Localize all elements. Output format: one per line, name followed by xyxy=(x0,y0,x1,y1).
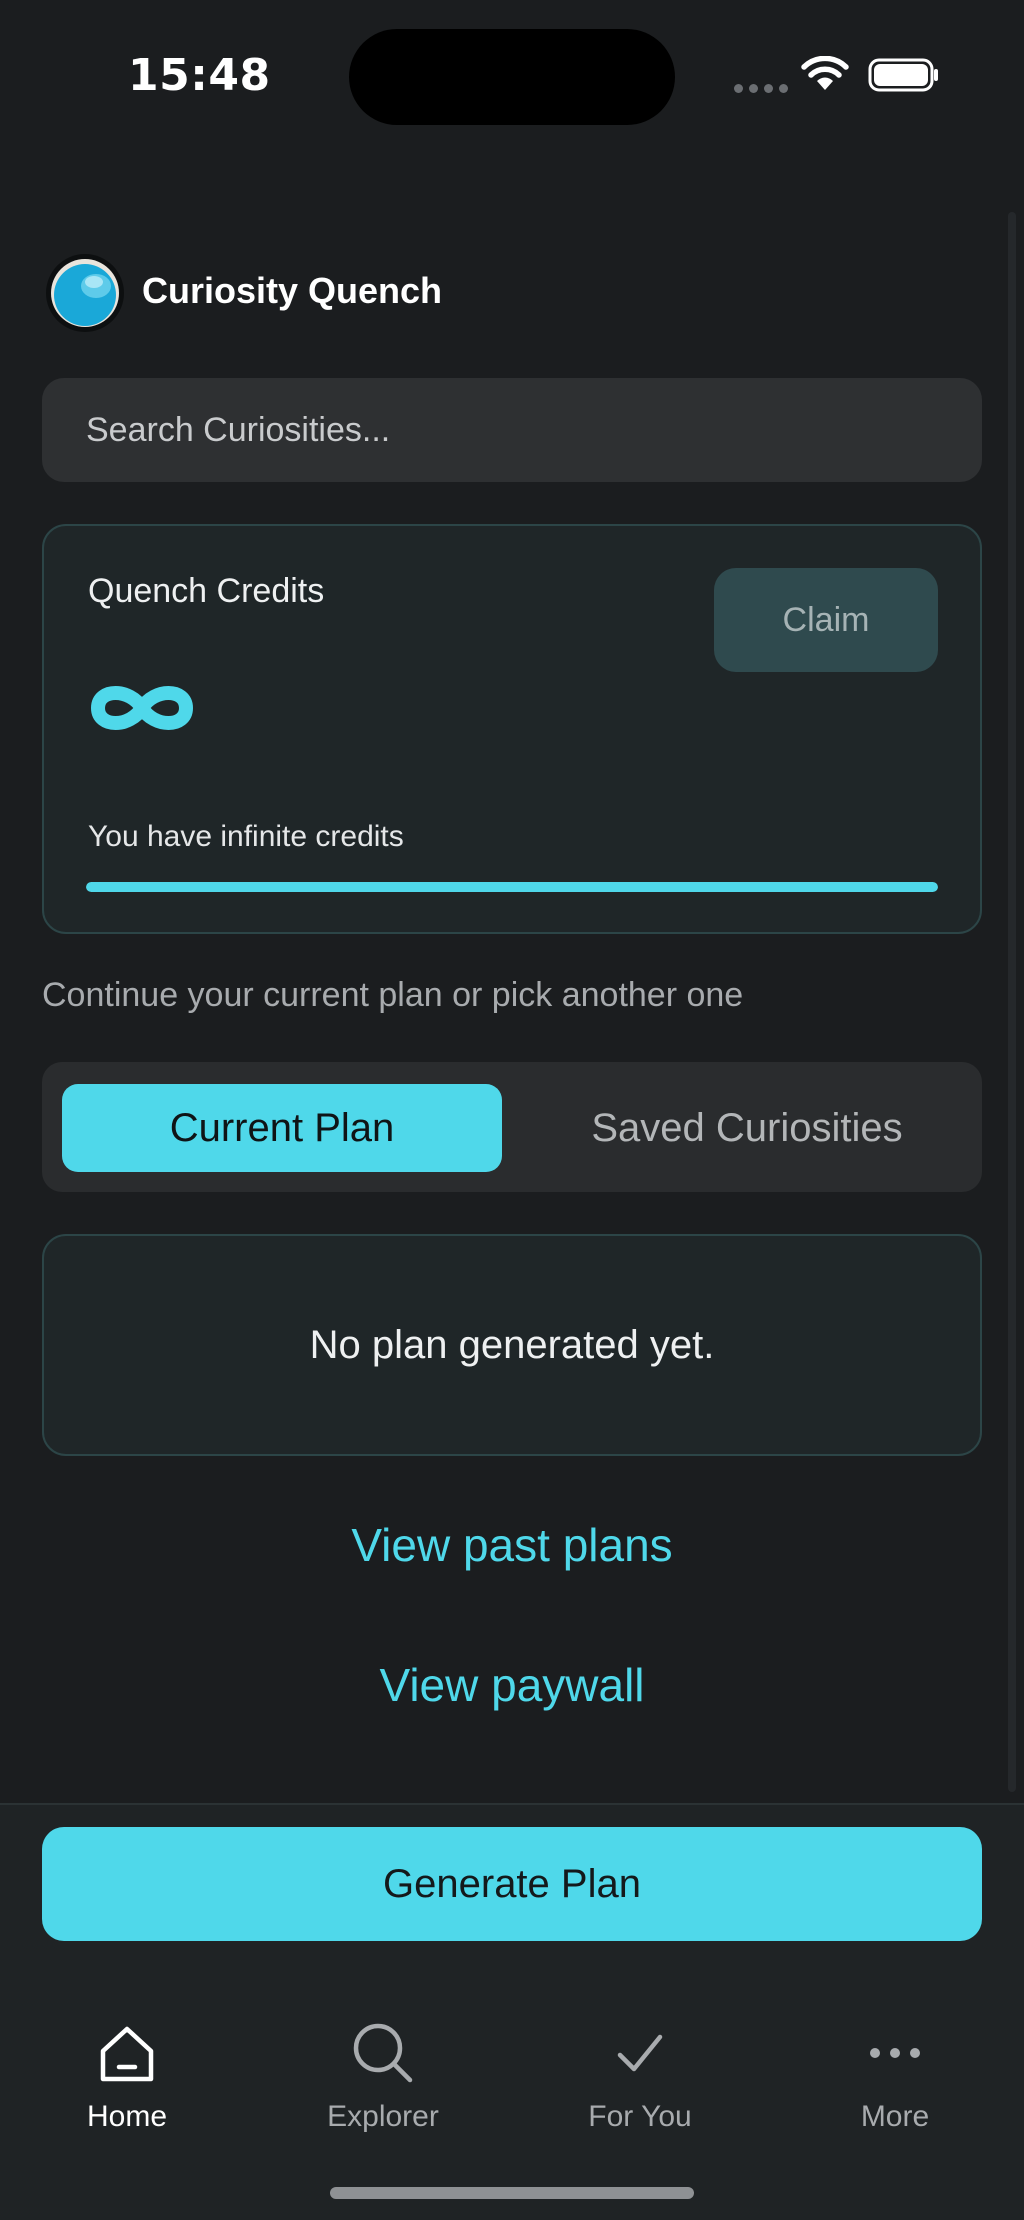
claim-button[interactable]: Claim xyxy=(714,568,938,672)
tab-current-plan[interactable]: Current Plan xyxy=(62,1084,502,1172)
nav-label-more: More xyxy=(860,2100,930,2133)
home-indicator[interactable] xyxy=(330,2187,694,2199)
more-dots-icon xyxy=(865,2016,925,2090)
search-input[interactable] xyxy=(84,409,940,451)
credits-progress-fill xyxy=(86,882,938,892)
nav-item-more[interactable]: More xyxy=(795,2016,995,2156)
credits-label: Quench Credits xyxy=(88,572,325,610)
credits-card: Quench Credits Claim You have infinite c… xyxy=(42,524,982,934)
checkmark-icon xyxy=(610,2016,670,2090)
credits-status-text: You have infinite credits xyxy=(88,820,404,853)
nav-label-home: Home xyxy=(86,2100,168,2133)
water-drop-icon xyxy=(46,254,124,332)
wifi-icon xyxy=(801,55,849,97)
plan-empty-message: No plan generated yet. xyxy=(309,1322,715,1367)
generate-plan-button[interactable]: Generate Plan xyxy=(42,1827,982,1941)
home-icon xyxy=(95,2016,159,2090)
view-past-plans-link[interactable]: View past plans xyxy=(0,1518,1024,1572)
plan-subtitle: Continue your current plan or pick anoth… xyxy=(42,976,744,1014)
battery-icon xyxy=(868,58,940,97)
nav-label-for-you: For You xyxy=(588,2100,692,2133)
app-title: Curiosity Quench xyxy=(142,270,443,311)
plan-card: No plan generated yet. xyxy=(42,1234,982,1456)
nav-label-explorer: Explorer xyxy=(327,2100,439,2133)
status-time: 15:48 xyxy=(128,50,271,101)
plan-tab-group: Current Plan Saved Curiosities xyxy=(42,1062,982,1192)
cellular-signal-icon xyxy=(734,84,788,93)
search-box[interactable] xyxy=(42,378,982,482)
view-paywall-link[interactable]: View paywall xyxy=(0,1658,1024,1712)
bottom-divider xyxy=(0,1803,1024,1805)
dynamic-island xyxy=(349,29,675,125)
credits-progress-bar xyxy=(86,882,938,892)
infinity-icon xyxy=(86,676,198,745)
tab-saved-curiosities[interactable]: Saved Curiosities xyxy=(532,1084,962,1172)
nav-item-for-you[interactable]: For You xyxy=(540,2016,740,2156)
search-icon xyxy=(350,2016,416,2090)
nav-item-explorer[interactable]: Explorer xyxy=(283,2016,483,2156)
nav-item-home[interactable]: Home xyxy=(27,2016,227,2156)
